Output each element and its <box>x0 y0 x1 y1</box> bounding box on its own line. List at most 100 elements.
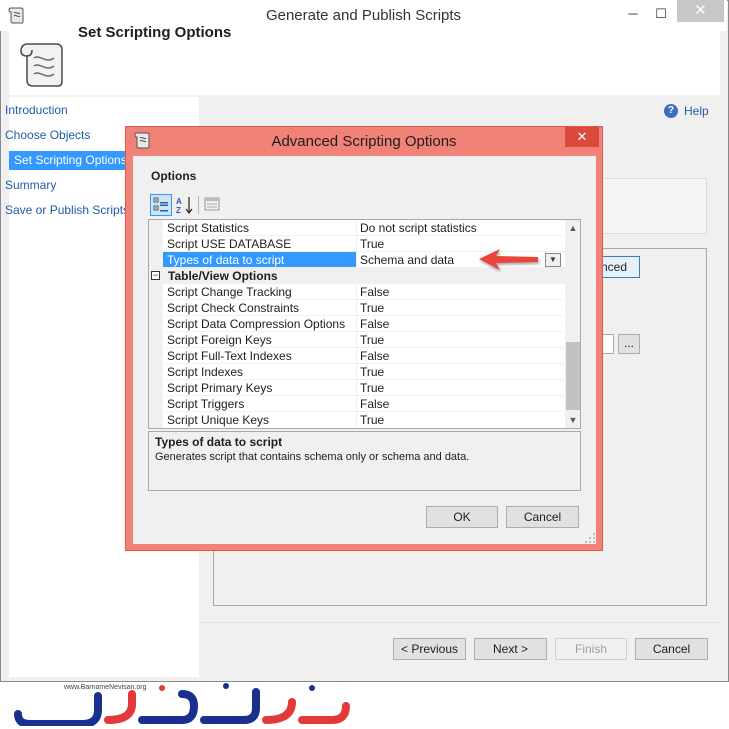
grid-row[interactable]: Script Change Tracking False <box>149 284 565 300</box>
property-value[interactable]: Do not script statistics <box>360 221 477 235</box>
row-gutter <box>149 380 163 396</box>
categorized-view-button[interactable] <box>150 194 172 216</box>
cancel-button[interactable]: Cancel <box>635 638 708 660</box>
resize-grip-icon[interactable] <box>583 531 597 545</box>
options-label: Options <box>151 169 197 183</box>
help-icon[interactable]: ? <box>664 104 678 118</box>
row-gutter <box>149 412 163 428</box>
scroll-down-icon[interactable]: ▼ <box>565 412 580 428</box>
grid-row[interactable]: Script Foreign Keys True <box>149 332 565 348</box>
column-divider <box>356 236 357 252</box>
property-name: Script Check Constraints <box>167 301 300 315</box>
dialog-close-button[interactable]: ✕ <box>565 127 599 147</box>
minimize-button[interactable]: ─ <box>620 4 646 24</box>
grid-row[interactable]: Script Primary Keys True <box>149 380 565 396</box>
toolbar-separator <box>198 196 199 214</box>
property-pages-icon <box>204 197 220 211</box>
grid-row[interactable]: Script Check Constraints True <box>149 300 565 316</box>
browse-button[interactable]: ... <box>618 334 640 354</box>
grid-row[interactable]: Script Statistics Do not script statisti… <box>149 220 565 236</box>
property-name: Script Full-Text Indexes <box>167 349 292 363</box>
row-gutter <box>149 348 163 364</box>
red-arrow-icon <box>476 246 542 274</box>
property-value[interactable]: False <box>360 349 389 363</box>
column-divider <box>356 380 357 396</box>
scroll-up-icon[interactable]: ▲ <box>565 220 580 236</box>
row-gutter <box>149 316 163 332</box>
column-divider <box>356 364 357 380</box>
row-gutter <box>149 300 163 316</box>
grid-scrollbar[interactable]: ▲ ▼ <box>565 220 580 428</box>
property-value[interactable]: True <box>360 333 384 347</box>
next-button[interactable]: Next > <box>474 638 547 660</box>
grid-row[interactable]: Script Indexes True <box>149 364 565 380</box>
property-name: Script Statistics <box>167 221 250 235</box>
nav-item-introduction[interactable]: Introduction <box>4 101 186 120</box>
property-pages-button[interactable] <box>202 194 224 216</box>
property-name: Script USE DATABASE <box>167 237 292 251</box>
maximize-button[interactable]: ☐ <box>648 4 674 24</box>
column-divider <box>356 300 357 316</box>
previous-button[interactable]: < Previous <box>393 638 466 660</box>
property-name: Script Indexes <box>167 365 244 379</box>
property-value[interactable]: True <box>360 413 384 427</box>
advanced-button[interactable]: nced <box>598 256 640 278</box>
background-group-box <box>597 178 707 234</box>
footer-divider <box>200 622 720 623</box>
property-value[interactable]: True <box>360 237 384 251</box>
row-gutter <box>149 284 163 300</box>
window-title: Generate and Publish Scripts <box>265 7 462 24</box>
grid-row[interactable]: Script Full-Text Indexes False <box>149 348 565 364</box>
categorized-icon <box>153 197 168 212</box>
property-value[interactable]: True <box>360 365 384 379</box>
property-name: Script Data Compression Options <box>167 317 346 331</box>
alphabetical-sort-button[interactable]: A Z <box>174 194 196 216</box>
help-link[interactable]: Help <box>684 104 709 118</box>
row-gutter <box>149 396 163 412</box>
property-value[interactable]: True <box>360 301 384 315</box>
grid-row[interactable]: Script Unique Keys True <box>149 412 565 428</box>
column-divider <box>356 348 357 364</box>
property-name: Script Primary Keys <box>167 381 273 395</box>
property-name: Script Unique Keys <box>167 413 270 427</box>
grid-row[interactable]: Script Triggers False <box>149 396 565 412</box>
row-gutter <box>149 252 163 268</box>
sort-az-icon: A Z <box>176 197 193 215</box>
dialog-cancel-button[interactable]: Cancel <box>506 506 579 528</box>
grid-row[interactable]: Script Data Compression Options False <box>149 316 565 332</box>
description-text: Generates script that contains schema on… <box>155 451 470 463</box>
svg-text:A: A <box>176 197 182 206</box>
dialog-title: Advanced Scripting Options <box>271 133 457 150</box>
dropdown-chevron-icon[interactable]: ▼ <box>545 253 561 267</box>
property-value[interactable]: False <box>360 397 389 411</box>
property-value[interactable]: True <box>360 381 384 395</box>
property-value-dropdown[interactable]: Schema and data <box>360 253 454 267</box>
column-divider <box>356 316 357 332</box>
property-name: Types of data to script <box>167 253 285 267</box>
window-close-button[interactable]: ✕ <box>677 0 724 22</box>
ok-button[interactable]: OK <box>426 506 498 528</box>
category-name: Table/View Options <box>168 269 278 283</box>
column-divider <box>356 284 357 300</box>
row-gutter <box>149 364 163 380</box>
scrollbar-thumb[interactable] <box>566 342 580 410</box>
property-value[interactable]: False <box>360 285 389 299</box>
page-title: Set Scripting Options <box>78 24 232 41</box>
finish-button[interactable]: Finish <box>555 638 627 660</box>
description-title: Types of data to script <box>155 435 283 449</box>
property-name: Script Change Tracking <box>167 285 292 299</box>
column-divider <box>356 332 357 348</box>
svg-text:Z: Z <box>176 206 181 215</box>
row-gutter <box>149 236 163 252</box>
column-divider <box>356 412 357 428</box>
property-name: Script Foreign Keys <box>167 333 272 347</box>
row-gutter <box>149 220 163 236</box>
property-value[interactable]: False <box>360 317 389 331</box>
column-divider <box>356 220 357 236</box>
scroll-icon <box>18 40 64 88</box>
property-name: Script Triggers <box>167 397 245 411</box>
row-gutter <box>149 332 163 348</box>
collapse-toggle-icon[interactable]: − <box>151 271 160 280</box>
advanced-button-label: nced <box>600 260 627 274</box>
logo-url: www.BarnameNevisan.org <box>64 684 147 691</box>
